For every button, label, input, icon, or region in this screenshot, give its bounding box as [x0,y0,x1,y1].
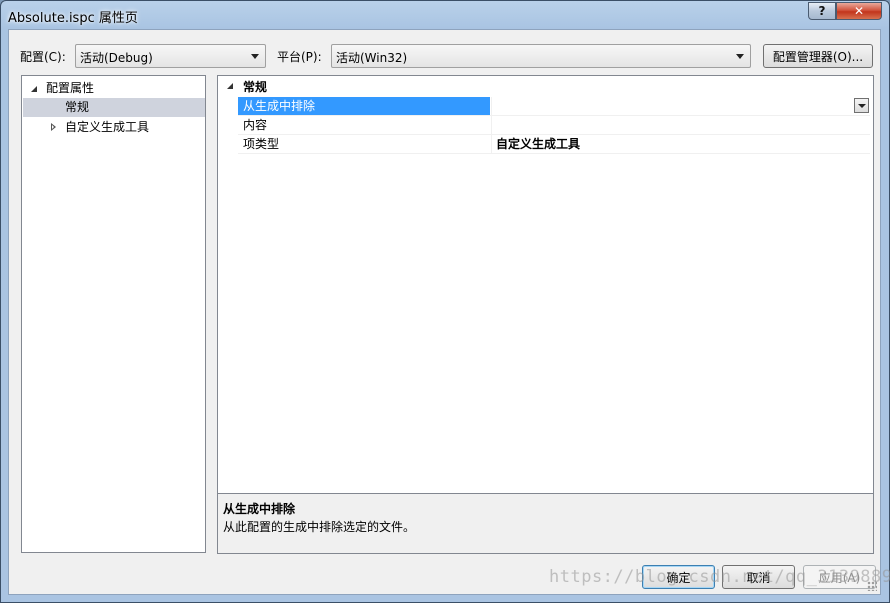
dialog-client-area: 配置(C): 活动(Debug) 平台(P): 活动(Win32) 配置管理器(… [8,29,881,595]
platform-combo[interactable]: 活动(Win32) [331,44,751,68]
expanded-triangle-icon[interactable] [31,86,37,92]
watermark: https://blog.csdn.net/qq_31398891 [549,567,890,587]
properties-dialog: Absolute.ispc 属性页 ? ✕ 配置(C): 活动(Debug) 平… [0,0,890,603]
close-icon: ✕ [853,4,865,18]
configuration-label: 配置(C): [20,50,66,64]
property-grid: 常规 从生成中排除 内容 项类型 自定义生成工具 [217,75,874,494]
title-bar[interactable]: Absolute.ispc 属性页 ? ✕ [1,1,889,29]
grid-row-item-type[interactable]: 项类型 自定义生成工具 [238,135,870,154]
tree-item-general[interactable]: 常规 [23,98,205,117]
configuration-combo[interactable]: 活动(Debug) [75,44,266,68]
help-icon: ? [818,4,826,18]
property-tree: 配置属性 常规 自定义生成工具 [21,75,206,553]
tree-root-label: 配置属性 [46,81,95,95]
chevron-down-icon [736,54,744,59]
close-button[interactable]: ✕ [836,2,882,20]
grid-category-general: 常规 [243,80,268,94]
window-title: Absolute.ispc 属性页 [8,11,138,26]
chevron-down-icon [251,54,259,59]
configuration-manager-button[interactable]: 配置管理器(O)... [763,44,873,68]
platform-label: 平台(P): [277,50,322,64]
property-value[interactable]: 自定义生成工具 [491,135,870,153]
property-name: 从生成中排除 [238,97,490,115]
help-button[interactable]: ? [808,2,836,20]
configuration-value: 活动(Debug) [80,51,153,65]
tree-item-label: 常规 [65,100,90,114]
property-value[interactable] [491,97,870,115]
description-title: 从生成中排除 [223,502,296,516]
expanded-triangle-icon[interactable] [227,83,233,89]
tree-root-configuration-properties[interactable]: 配置属性 [22,79,205,98]
grid-row-content[interactable]: 内容 [238,116,870,135]
property-name: 项类型 [243,137,280,151]
tree-item-label: 自定义生成工具 [65,120,150,134]
dropdown-arrow-icon[interactable] [854,98,869,113]
collapsed-triangle-icon[interactable] [51,123,56,131]
tree-item-custom-build-tool[interactable]: 自定义生成工具 [22,118,205,137]
property-name: 内容 [243,118,268,132]
property-value[interactable] [491,116,870,134]
grid-row-exclude-from-build[interactable]: 从生成中排除 [238,97,870,116]
platform-value: 活动(Win32) [336,51,408,65]
description-text: 从此配置的生成中排除选定的文件。 [223,520,416,534]
description-panel: 从生成中排除 从此配置的生成中排除选定的文件。 [217,493,874,554]
